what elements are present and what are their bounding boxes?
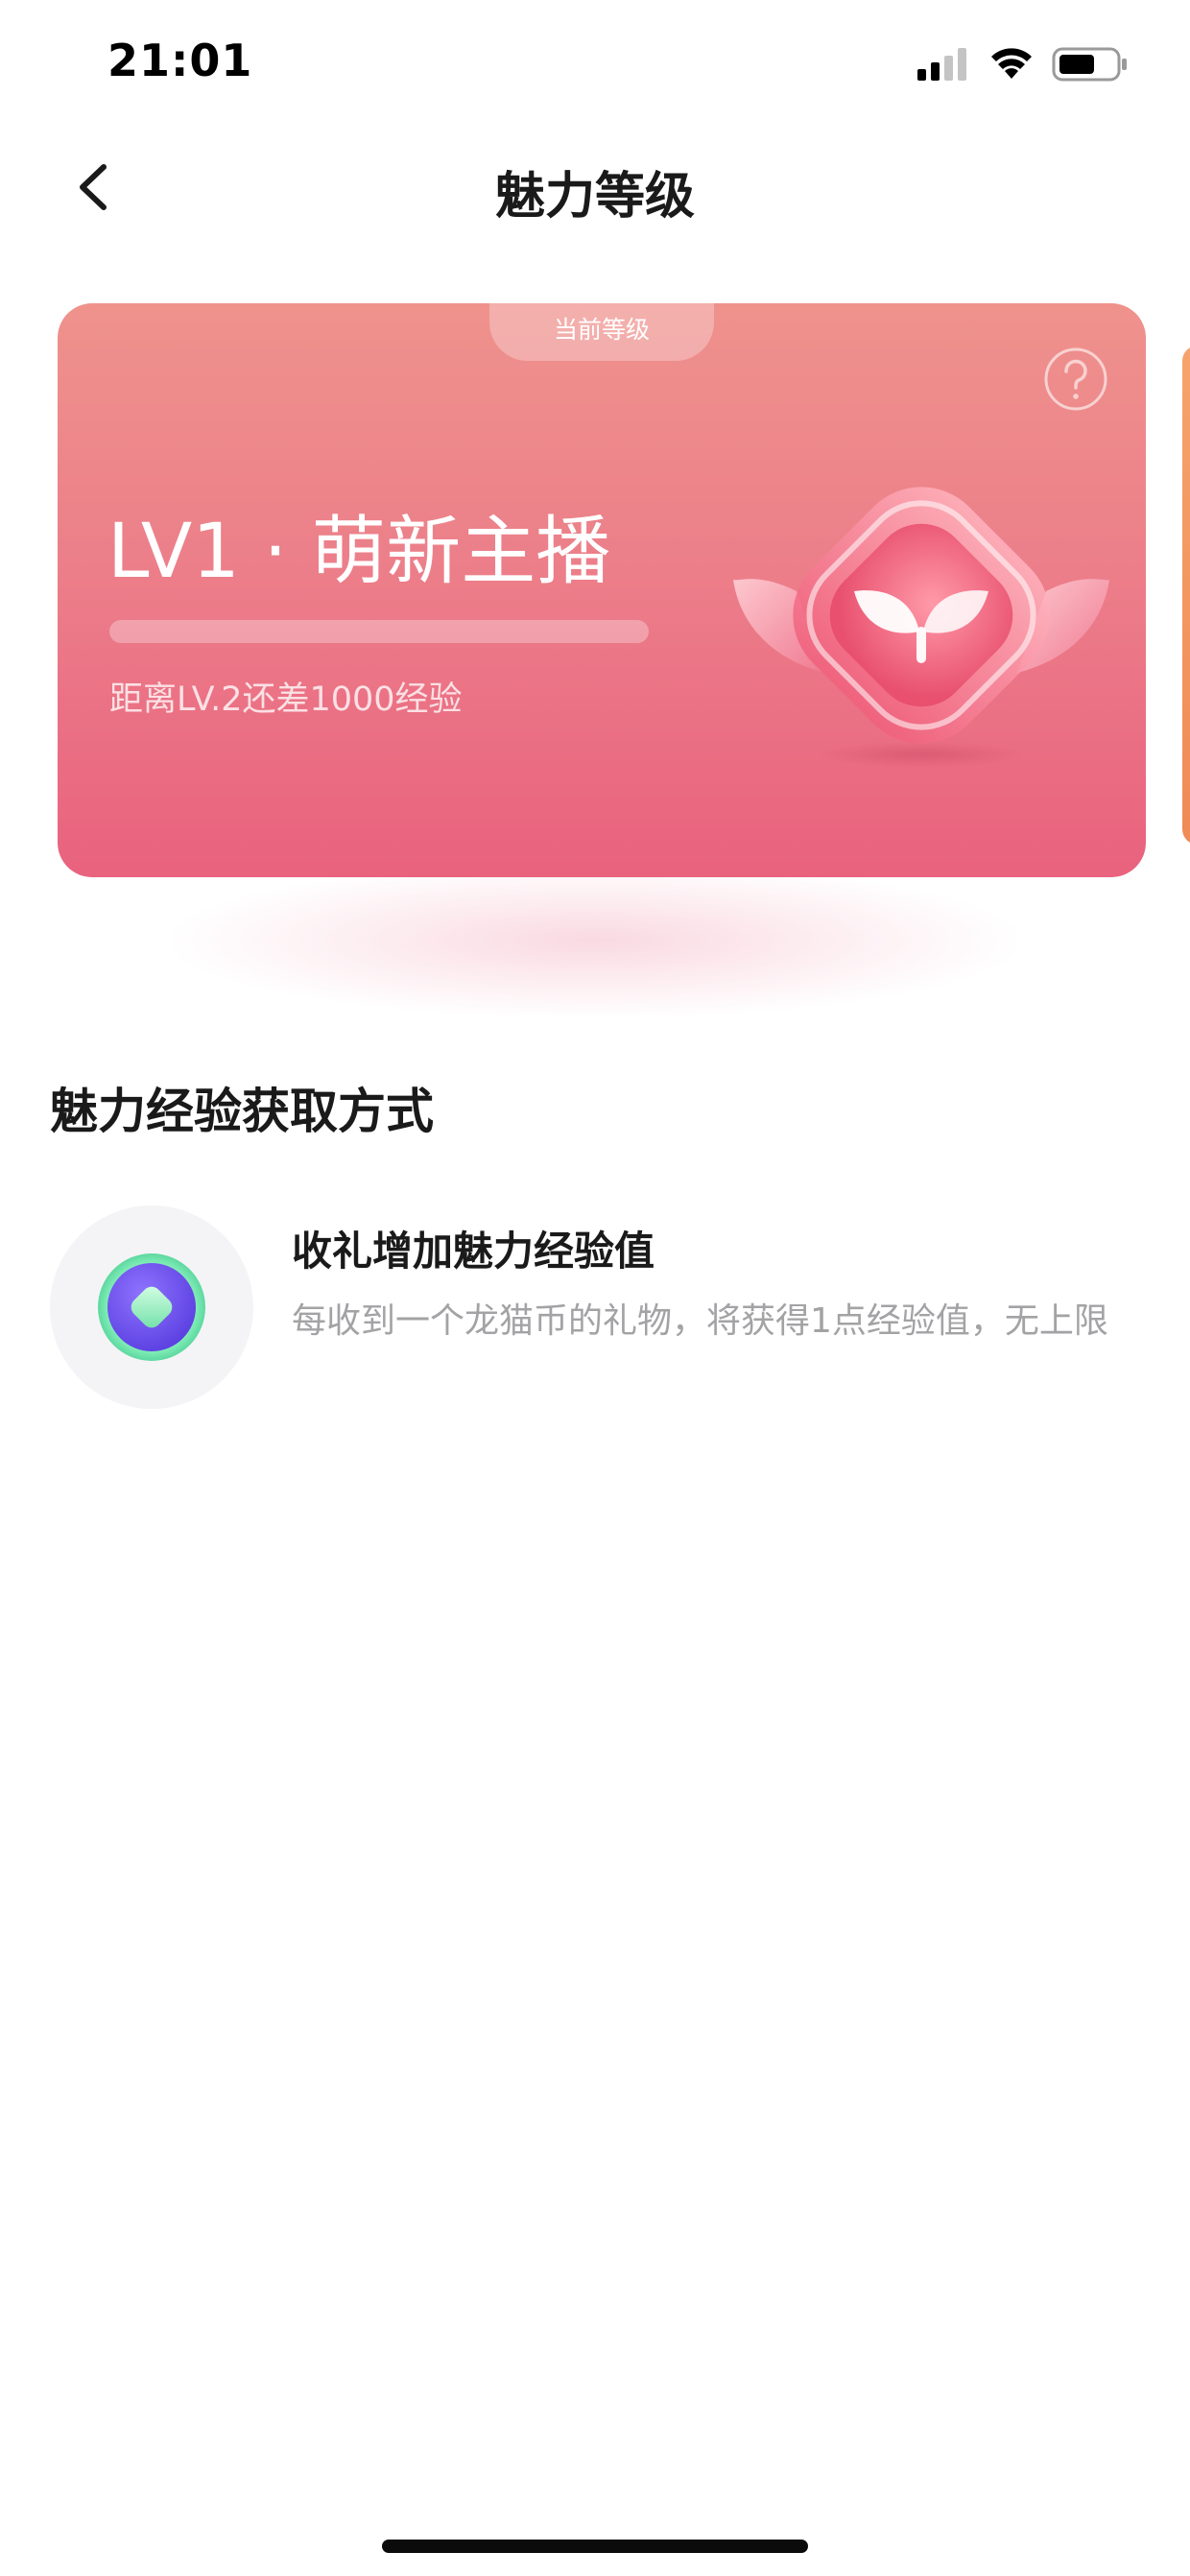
gift-coin-icon	[98, 1253, 205, 1361]
sprout-badge-icon	[733, 487, 1109, 768]
battery-icon	[1052, 47, 1127, 82]
status-time: 21:01	[107, 35, 253, 86]
current-level-tab: 当前等级	[489, 303, 714, 361]
status-bar: 21:01	[0, 0, 1190, 127]
method-title: 收礼增加魅力经验值	[292, 1228, 655, 1275]
nav-bar: 魅力等级	[0, 134, 1190, 240]
help-icon[interactable]	[1042, 346, 1109, 413]
level-title: LV1 · 萌新主播	[107, 509, 611, 595]
page-title: 魅力等级	[494, 168, 695, 226]
section-title: 魅力经验获取方式	[50, 1084, 434, 1139]
method-description: 每收到一个龙猫币的礼物，将获得1点经验值，无上限	[292, 1301, 1108, 1341]
next-level-card-peek[interactable]	[1182, 346, 1190, 845]
cellular-signal-icon	[917, 48, 966, 81]
card-shadow	[173, 864, 1017, 1017]
wifi-icon	[991, 48, 1032, 79]
gift-icon-container	[50, 1205, 253, 1409]
home-indicator	[382, 2540, 808, 2553]
current-level-card[interactable]: 当前等级 LV1 · 萌新主播 距离LV.2还差1000经验	[58, 303, 1146, 877]
exp-method-item: 收礼增加魅力经验值 每收到一个龙猫币的礼物，将获得1点经验值，无上限	[50, 1205, 1144, 1417]
exp-progress-bar	[109, 620, 649, 643]
exp-hint: 距离LV.2还差1000经验	[109, 680, 463, 719]
